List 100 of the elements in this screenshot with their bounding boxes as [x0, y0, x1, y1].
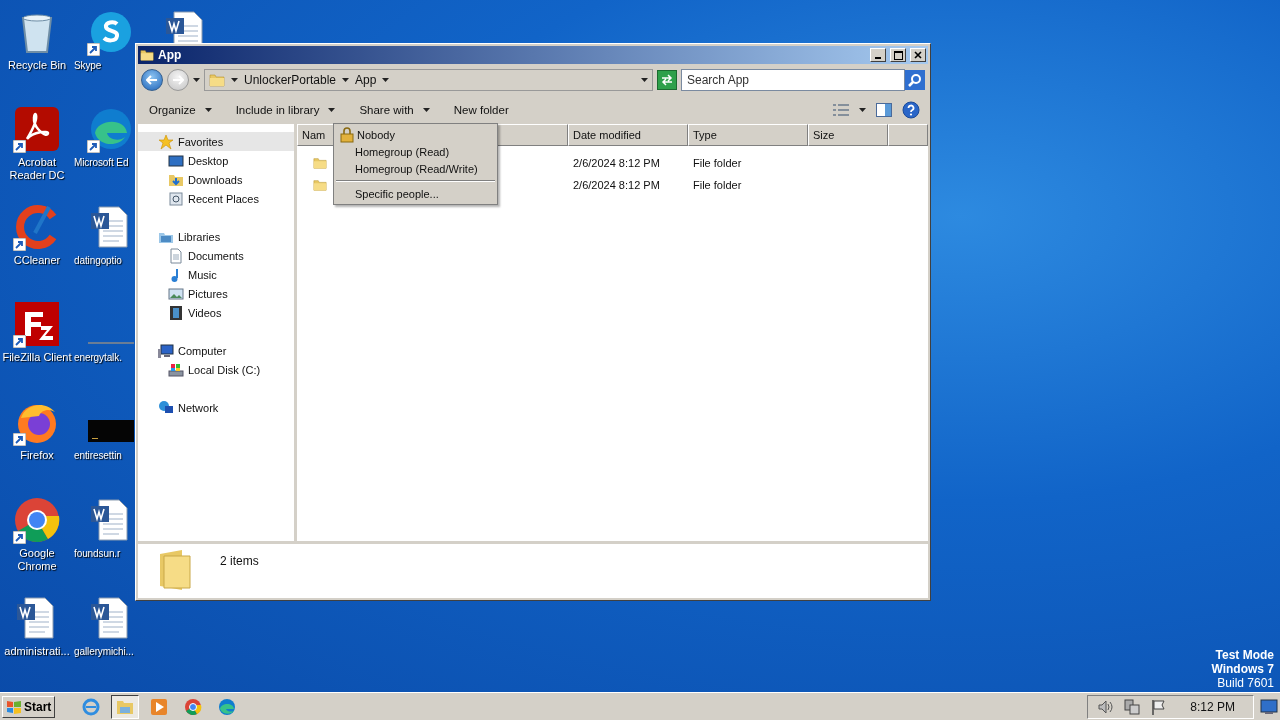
maximize-button[interactable] [890, 48, 906, 62]
nav-item[interactable]: Libraries [138, 227, 294, 246]
watermark-text: Test Mode [1215, 648, 1274, 662]
search-button[interactable] [905, 70, 925, 90]
folder-icon [313, 156, 327, 170]
disk-icon [168, 361, 184, 378]
desktop-icon-label[interactable]: CCleaner [13, 254, 61, 267]
forward-arrow-icon [172, 75, 184, 85]
address-bar[interactable]: UnlockerPortable App [204, 69, 653, 91]
desktop-icon-label[interactable]: FileZilla Client [2, 351, 72, 364]
date-cell-text: 2/6/2024 8:12 PM [572, 179, 661, 191]
close-button[interactable] [910, 48, 926, 62]
desktop-icon-label[interactable]: energytalk. [74, 351, 122, 364]
nav-item[interactable]: Favorites [138, 132, 294, 151]
preview-pane-icon[interactable] [876, 102, 892, 118]
menu-item[interactable]: Nobody [334, 126, 497, 143]
history-caret-icon [193, 78, 200, 82]
forward-button[interactable] [167, 69, 189, 91]
menu-item[interactable]: Homegroup (Read) [334, 143, 497, 160]
document-icon [168, 247, 184, 264]
breadcrumb-item[interactable]: App [355, 73, 377, 87]
column-header[interactable] [888, 124, 928, 146]
caret-icon [422, 108, 430, 112]
speaker-icon[interactable] [1098, 699, 1115, 714]
help-icon[interactable] [902, 101, 920, 119]
nav-item[interactable]: Pictures [138, 284, 294, 303]
desktop-icon-label[interactable]: Google Chrome [0, 547, 74, 573]
chrome-icon [13, 496, 61, 544]
nav-item[interactable]: Recent Places [138, 189, 294, 208]
refresh-icon [660, 74, 674, 86]
internet-explorer-icon [82, 697, 101, 716]
refresh-button[interactable] [657, 70, 677, 90]
back-button[interactable] [141, 69, 163, 91]
breadcrumb-item[interactable]: UnlockerPortable [244, 73, 337, 87]
item-count: 2 items [220, 554, 259, 568]
column-header[interactable]: Date modified [568, 124, 688, 146]
nav-item[interactable]: Desktop [138, 151, 294, 170]
show-desktop-icon[interactable] [1260, 698, 1278, 715]
computer-icon [158, 342, 174, 359]
flag-icon[interactable] [1150, 698, 1167, 715]
toolbar-button[interactable]: Share with [356, 102, 433, 118]
play-icon [150, 697, 169, 716]
desktop-icon-label[interactable]: entiresettin [74, 449, 122, 462]
nav-item[interactable]: Network [138, 398, 294, 417]
clock[interactable]: 8:12 PM [1190, 699, 1235, 714]
close-icon [914, 51, 922, 59]
date-cell-text: 2/6/2024 8:12 PM [572, 157, 661, 169]
search-field[interactable]: Search App [681, 69, 905, 91]
edge-icon [218, 697, 237, 716]
watermark-text: Windows 7 [1211, 662, 1274, 676]
nav-item[interactable]: Videos [138, 303, 294, 322]
thumbnail-icon [88, 420, 134, 442]
toolbar-button[interactable]: Organize [146, 102, 215, 118]
address-dropdown-icon [641, 78, 648, 82]
nav-item[interactable]: Music [138, 265, 294, 284]
desktop-icon-label[interactable]: gallerymichi... [74, 645, 134, 658]
chrome-icon [184, 697, 203, 716]
minimize-button[interactable] [870, 48, 886, 62]
back-arrow-icon [146, 75, 158, 85]
watermark-text: Build 7601 [1217, 676, 1274, 690]
recent-places-icon [168, 190, 184, 207]
desktop-icon-label[interactable]: Microsoft Ed [74, 156, 129, 169]
picture-icon [168, 285, 184, 302]
desktop-icon-label[interactable]: Skype [74, 59, 102, 72]
toolbar-button[interactable]: New folder [450, 102, 512, 118]
star-icon [158, 133, 174, 150]
taskbar-app[interactable] [111, 694, 140, 719]
nav-item[interactable]: Downloads [138, 170, 294, 189]
network-icon[interactable] [1124, 698, 1141, 715]
desktop-icon-label[interactable]: Recycle Bin [7, 59, 67, 72]
caret-icon [382, 78, 390, 82]
toolbar-button[interactable]: Include in library [232, 102, 339, 118]
desktop-icon-label[interactable]: foundsun.r [74, 547, 121, 560]
desktop-icon-label[interactable]: administrati... [4, 645, 70, 658]
windows-logo-icon [6, 699, 22, 714]
nav-item[interactable]: Computer [138, 341, 294, 360]
desktop-icon-label[interactable]: Acrobat Reader DC [0, 156, 74, 182]
desktop-icon-label[interactable]: Firefox [20, 449, 54, 462]
desktop-icon [168, 152, 184, 169]
folder-icon [313, 178, 327, 192]
folder-icon [140, 48, 154, 62]
acrobat-icon [13, 105, 61, 153]
column-header[interactable]: Type [688, 124, 808, 146]
network-icon [158, 399, 174, 416]
column-header[interactable]: Size [808, 124, 888, 146]
view-caret-icon [859, 108, 866, 112]
caret-icon [231, 78, 238, 82]
nav-item[interactable]: Local Disk (C:) [138, 360, 294, 379]
start-button[interactable]: Start [2, 695, 56, 718]
type-cell-text: File folder [692, 179, 743, 191]
caret-icon [328, 108, 336, 112]
padlock-icon [339, 126, 355, 143]
desktop-icon-label[interactable]: datingoptio [74, 254, 122, 267]
search-icon [908, 73, 922, 87]
caret-icon [342, 78, 350, 82]
window-title: App [158, 48, 183, 62]
caret-icon [204, 108, 212, 112]
nav-item[interactable]: Documents [138, 246, 294, 265]
menu-item[interactable]: Specific people... [334, 185, 497, 202]
menu-item[interactable]: Homegroup (Read/Write) [334, 160, 497, 177]
